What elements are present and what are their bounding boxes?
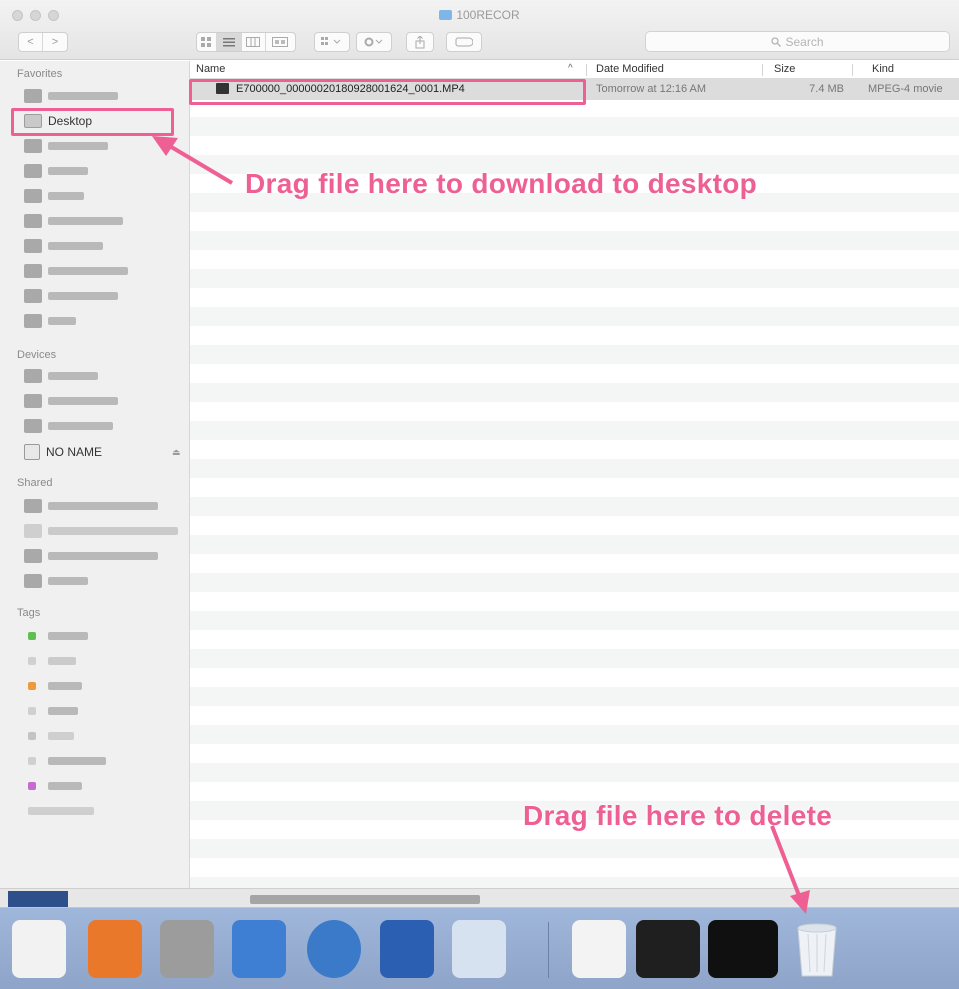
- finder-window: 100RECOR < > Search Favorites Desktop De…: [0, 0, 959, 890]
- trash-arrowhead-icon: [790, 890, 810, 914]
- dock: [0, 825, 959, 989]
- quicktime-icon[interactable]: [307, 920, 361, 978]
- word-app-icon[interactable]: [380, 920, 434, 978]
- office-app-icon[interactable]: [88, 920, 142, 978]
- trash-icon[interactable]: [790, 920, 844, 978]
- desktop-arrow-icon: [166, 143, 234, 185]
- remote-desktop-icon[interactable]: [232, 920, 286, 978]
- desktop-callout: Drag file here to download to desktop: [245, 168, 758, 199]
- document-icon[interactable]: [572, 920, 626, 978]
- window-thumbnail-icon[interactable]: [708, 920, 778, 978]
- preview-app-icon[interactable]: [12, 920, 66, 978]
- window-thumbnail-icon[interactable]: [636, 920, 700, 978]
- trash-can-icon: [797, 923, 837, 977]
- trash-arrow: [770, 825, 810, 914]
- preview-image-icon[interactable]: [452, 920, 506, 978]
- annotation-arrows: [152, 136, 234, 185]
- trash-arrow-icon: [770, 825, 802, 899]
- desktop-arrowhead-icon: [152, 136, 178, 156]
- dock-separator: [548, 922, 549, 978]
- app-icon[interactable]: [160, 920, 214, 978]
